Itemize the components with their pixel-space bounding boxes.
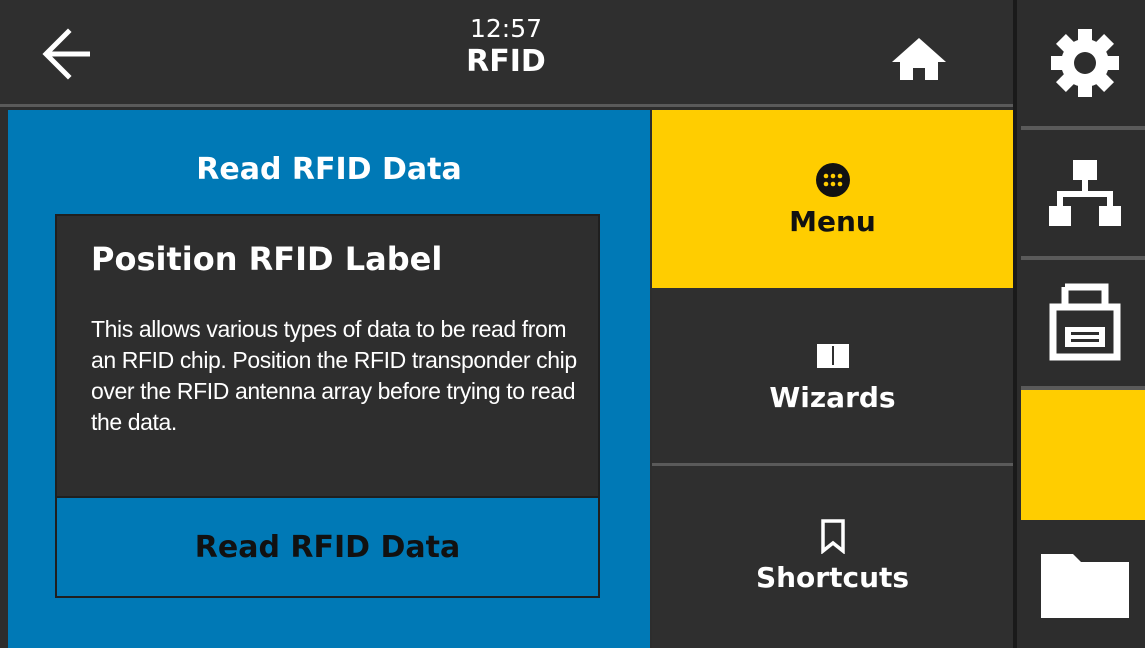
nav-label-wizards: Wizards [769, 381, 896, 414]
nav-label-menu: Menu [789, 204, 876, 238]
info-card: Position RFID Label This allows various … [55, 214, 600, 598]
panel-heading: Read RFID Data [196, 152, 462, 187]
folder-icon [1041, 554, 1129, 618]
nav-item-wizards[interactable]: Wizards [652, 288, 1013, 466]
page-title: RFID [466, 44, 546, 79]
printer-button[interactable] [1021, 260, 1145, 390]
nav-label-shortcuts: Shortcuts [755, 560, 910, 594]
network-button[interactable] [1021, 130, 1145, 260]
printer-icon [1049, 283, 1121, 361]
nav-item-menu[interactable]: Menu [652, 110, 1013, 288]
gear-icon [1051, 29, 1119, 97]
top-bar: 12:57 RFID [0, 0, 1013, 107]
read-rfid-data-button[interactable]: Read RFID Data [55, 496, 600, 598]
card-description: This allows various types of data to be … [91, 316, 577, 435]
grid-dots-icon [815, 162, 850, 197]
navigation-menu: Menu Wizards Shortcuts [652, 110, 1013, 648]
files-button[interactable] [1021, 520, 1145, 648]
settings-button[interactable] [1021, 0, 1145, 130]
active-rail-slot[interactable] [1021, 390, 1145, 520]
arrow-left-icon [42, 28, 90, 80]
book-icon [816, 344, 849, 368]
nav-item-shortcuts[interactable]: Shortcuts [652, 466, 1013, 644]
card-title: Position RFID Label [91, 240, 443, 278]
right-toolbar [1013, 0, 1145, 648]
home-button[interactable] [880, 28, 958, 86]
main-panel: Read RFID Data Position RFID Label This … [8, 110, 650, 648]
back-button[interactable] [38, 26, 98, 82]
home-icon [892, 38, 946, 80]
bookmark-icon [820, 518, 845, 554]
header-center: 12:57 RFID [406, 14, 606, 80]
network-icon [1049, 160, 1121, 226]
clock: 12:57 [469, 14, 543, 43]
